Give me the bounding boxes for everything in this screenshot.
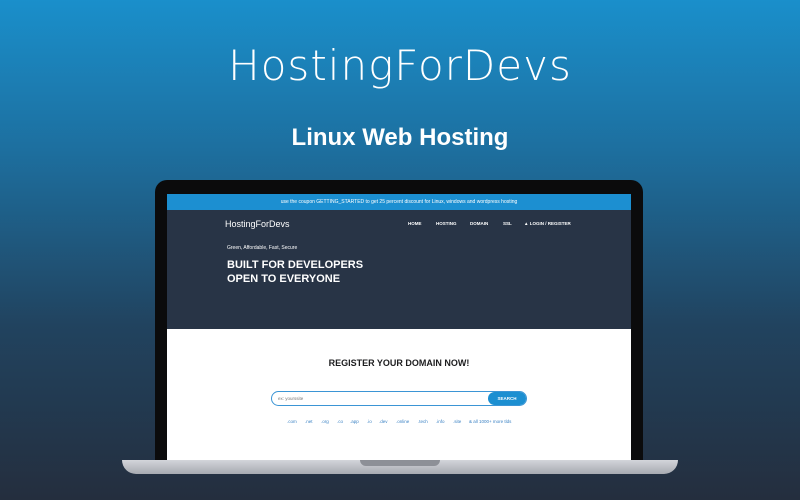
tld-link[interactable]: .io [367,418,372,426]
domain-search-box: SEARCH [271,391,527,406]
hero-section: HostingForDevs HOME HOSTING DOMAIN SSL ▲… [167,210,631,329]
page-headline: Linux Web Hosting [291,124,509,151]
nav-hosting[interactable]: HOSTING [436,218,457,230]
tld-link-more[interactable]: & all 1000+ more tlds [469,418,511,426]
hero-title-line-1: BUILT FOR DEVELOPERS [227,259,364,271]
tld-link[interactable]: .com [287,418,297,426]
hero-tagline: Green, Affordable, Fast, Secure [227,245,298,251]
hero-title-line-2: OPEN TO EVERYONE [227,273,341,285]
promo-banner: use the coupon GETTING_STARTED to get 25… [167,194,631,210]
tld-link[interactable]: .app [350,418,359,426]
domain-search-input[interactable] [278,392,478,405]
search-button[interactable]: SEARCH [488,392,526,405]
nav-login-register[interactable]: ▲ LOGIN / REGISTER [524,218,571,230]
tld-link[interactable]: .net [305,418,313,426]
nav-domain[interactable]: DOMAIN [470,218,488,230]
laptop-base [122,460,678,474]
nav-ssl[interactable]: SSL [503,218,512,230]
brand-logo: HostingForDevs [228,41,572,90]
user-icon: ▲ [524,221,529,226]
tld-link[interactable]: .dev [379,418,388,426]
tld-list: .com .net .org .co .app .io .dev .online… [167,418,631,426]
laptop-display: use the coupon GETTING_STARTED to get 25… [167,194,631,460]
tld-link[interactable]: .site [453,418,461,426]
tld-link[interactable]: .co [337,418,343,426]
tld-link[interactable]: .online [396,418,409,426]
login-register-label: LOGIN / REGISTER [529,221,571,226]
laptop-base-notch [360,460,440,466]
tld-link[interactable]: .info [436,418,445,426]
nav-home[interactable]: HOME [408,218,422,230]
domain-heading: REGISTER YOUR DOMAIN NOW! [328,358,470,368]
main-nav: HOME HOSTING DOMAIN SSL ▲ LOGIN / REGIST… [167,218,631,230]
tld-link[interactable]: .tech [418,418,428,426]
hero-title: BUILT FOR DEVELOPERS OPEN TO EVERYONE [227,258,363,286]
laptop-screen: use the coupon GETTING_STARTED to get 25… [155,180,643,460]
tld-link[interactable]: .org [321,418,329,426]
